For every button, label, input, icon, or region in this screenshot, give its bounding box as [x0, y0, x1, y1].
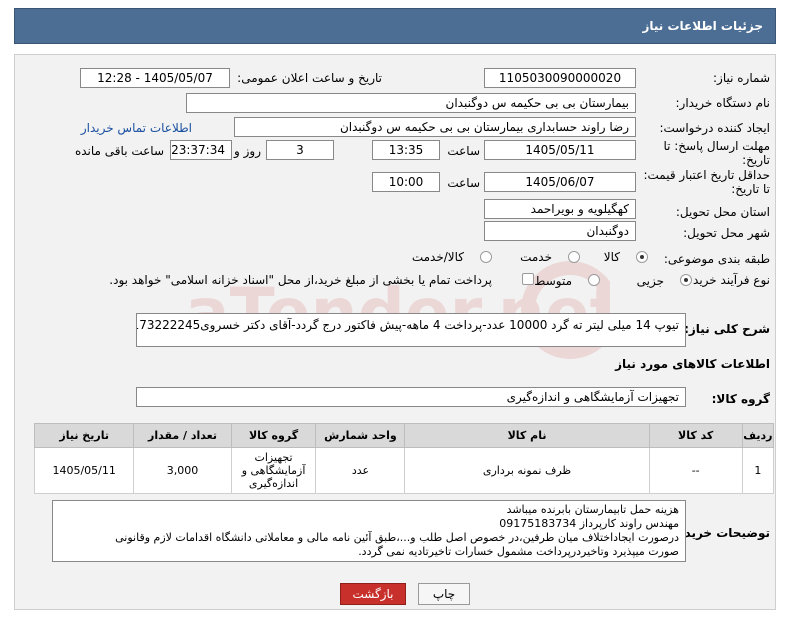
buyer-note-line: مهندس راوند کارپرداز 09175183734: [499, 517, 679, 530]
page-title: جزئیات اطلاعات نیاز: [642, 19, 763, 33]
cell-item-code: --: [648, 447, 743, 494]
category-goods-radio[interactable]: [636, 251, 648, 263]
cell-unit: عدد: [315, 447, 406, 494]
buyer-note-line: صورت میپذیرد وتاخیردرپرداخت مشمول خسارات…: [358, 545, 679, 558]
delivery-city-field: دوگنبدان: [484, 221, 636, 241]
goods-table: ردیف کد کالا نام کالا واحد شمارش گروه کا…: [33, 423, 775, 494]
announce-datetime-field: 1405/05/07 - 12:28: [80, 68, 230, 88]
remaining-label: ساعت باقی مانده: [74, 144, 164, 158]
category-goods-service-label: کالا/خدمت: [411, 250, 464, 264]
buyer-note-line: هزینه حمل تابیمارستان بابرنده میباشد: [506, 503, 679, 516]
category-service-label: خدمت: [520, 250, 552, 264]
treasury-payment-checkbox[interactable]: [522, 273, 534, 285]
col-item-code: کد کالا: [648, 423, 743, 448]
send-time-label: ساعت: [447, 144, 480, 158]
process-medium-radio[interactable]: [588, 274, 600, 286]
general-desc-field: تیوپ 14 میلی لیتر ته گرد 10000 عدد-پرداخ…: [136, 313, 686, 347]
buyer-contact-link[interactable]: اطلاعات تماس خریدار: [81, 121, 192, 135]
cell-group: تجهیزات آزمایشگاهی و اندازه‌گیری: [230, 447, 317, 494]
days-label: روز و: [234, 144, 261, 158]
validity-date-field: 1405/06/07: [484, 172, 636, 192]
general-desc-label: شرح کلی نیاز:: [684, 322, 770, 336]
goods-group-field: تجهیزات آزمایشگاهی و اندازه‌گیری: [136, 387, 686, 407]
category-label: طبقه بندی موضوعی:: [663, 252, 770, 266]
request-creator-label: ایجاد کننده درخواست:: [659, 121, 770, 135]
buyer-notes-box: هزینه حمل تابیمارستان بابرنده میباشد مهن…: [52, 500, 686, 562]
process-minor-label: جزیی: [636, 274, 664, 288]
goods-info-heading: اطلاعات کالاهای مورد نیاز: [615, 357, 770, 371]
page-header: جزئیات اطلاعات نیاز: [14, 8, 776, 44]
announce-datetime-label: تاریخ و ساعت اعلان عمومی:: [237, 71, 382, 85]
col-row-number: ردیف: [741, 423, 775, 448]
back-button[interactable]: بازگشت: [340, 583, 406, 605]
validity-time-label: ساعت: [447, 176, 480, 190]
col-unit: واحد شمارش: [315, 423, 406, 448]
days-field: 3: [266, 140, 334, 160]
need-number-label: شماره نیاز:: [713, 71, 770, 85]
category-service-radio[interactable]: [568, 251, 580, 263]
price-validity-label: حداقل تاریخ اعتبار قیمت: تا تاریخ:: [643, 168, 770, 196]
buyer-org-label: نام دستگاه خریدار:: [675, 96, 771, 110]
send-deadline-label: مهلت ارسال پاسخ: تا تاریخ:: [663, 139, 770, 167]
print-button[interactable]: چاپ: [418, 583, 470, 605]
send-date-field: 1405/05/11: [484, 140, 636, 160]
goods-table-header: ردیف کد کالا نام کالا واحد شمارش گروه کا…: [33, 423, 775, 448]
send-time-field: 13:35: [372, 140, 440, 160]
table-row: 1 -- ظرف نمونه برداری عدد تجهیزات آزمایش…: [33, 447, 775, 494]
buyer-note-line: درصورت ایجاداختلاف میان طرفین،در خصوص اص…: [115, 531, 679, 544]
cell-item-name: ظرف نمونه برداری: [404, 447, 650, 494]
need-number-field: 1105030090000020: [484, 68, 636, 88]
goods-group-label: گروه کالا:: [711, 392, 770, 406]
remaining-time-field: 23:37:34: [170, 140, 232, 160]
process-type-label: نوع فرآیند خرید :: [685, 273, 770, 287]
cell-row-number: 1: [741, 447, 775, 494]
col-quantity: تعداد / مقدار: [133, 423, 232, 448]
delivery-city-label: شهر محل تحویل:: [683, 226, 770, 240]
request-creator-field: رضا راوند حسابداری بیمارستان بی بی حکیمه…: [234, 117, 636, 137]
category-goods-service-radio[interactable]: [480, 251, 492, 263]
delivery-province-label: استان محل تحویل:: [675, 205, 770, 219]
buyer-org-field: بیمارستان بی بی حکیمه س دوگنبدان: [186, 93, 636, 113]
category-goods-label: کالا: [603, 250, 620, 264]
cell-need-date: 1405/05/11: [33, 447, 135, 494]
col-group: گروه کالا: [230, 423, 317, 448]
cell-quantity: 3,000: [133, 447, 232, 494]
treasury-payment-note: پرداخت تمام یا بخشی از مبلغ خرید،از محل …: [109, 273, 492, 287]
col-need-date: تاریخ نیاز: [33, 423, 135, 448]
process-medium-label: متوسط: [534, 274, 572, 288]
process-minor-radio[interactable]: [680, 274, 692, 286]
delivery-province-field: کهگیلویه و بویراحمد: [484, 199, 636, 219]
col-item-name: نام کالا: [404, 423, 650, 448]
validity-time-field: 10:00: [372, 172, 440, 192]
